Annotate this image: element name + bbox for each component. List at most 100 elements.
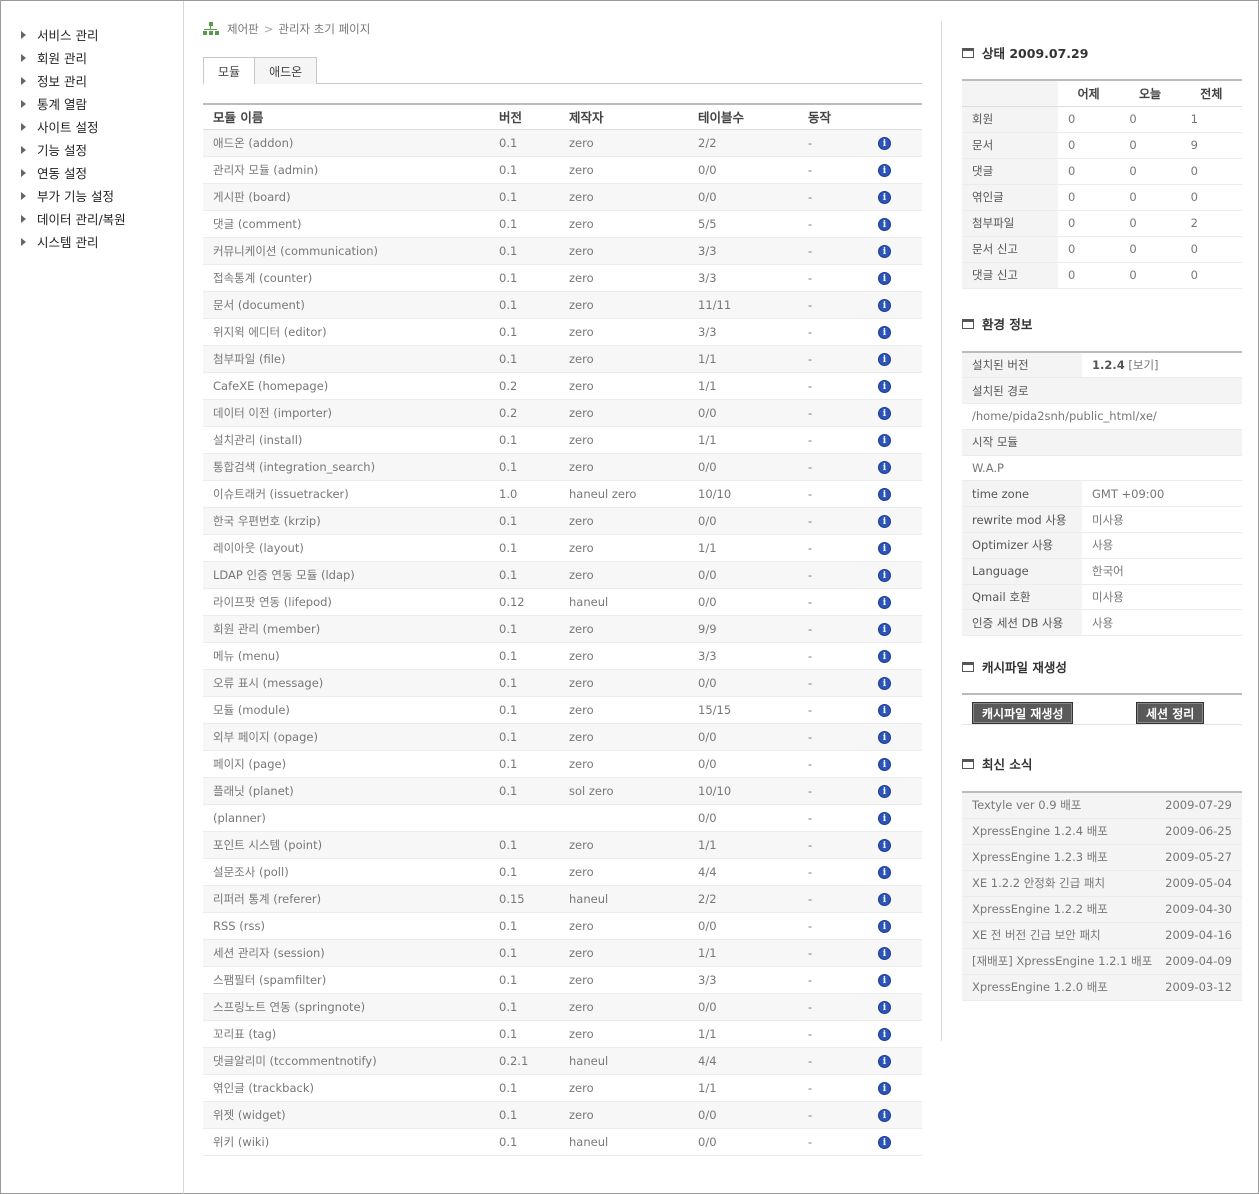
clear-session-button[interactable]: 세션 정리 — [1136, 702, 1205, 724]
module-action: - — [798, 426, 868, 454]
info-icon[interactable]: i — [878, 758, 891, 772]
module-action: - — [798, 1128, 868, 1156]
module-action: - — [798, 966, 868, 994]
news-link[interactable]: [재배포] XpressEngine 1.2.1 배포 — [972, 954, 1152, 968]
module-author: zero — [559, 939, 688, 967]
sidebar-item[interactable]: 기능 설정 — [1, 138, 183, 161]
info-icon[interactable]: i — [878, 515, 891, 529]
news-date: 2009-04-09 — [1161, 948, 1242, 975]
info-icon[interactable]: i — [878, 785, 891, 799]
info-icon[interactable]: i — [878, 947, 891, 961]
info-icon[interactable]: i — [878, 191, 891, 205]
info-icon[interactable]: i — [878, 812, 891, 826]
news-link[interactable]: XpressEngine 1.2.0 배포 — [972, 980, 1108, 994]
news-link[interactable]: XE 전 버전 긴급 보안 패치 — [972, 928, 1101, 942]
info-icon[interactable]: i — [878, 380, 891, 394]
module-version: 0.1 — [489, 858, 559, 886]
breadcrumb-root[interactable]: 제어판 — [227, 21, 259, 37]
status-value: 0 — [1058, 132, 1120, 159]
module-name: 회원 관리 (member) — [203, 615, 489, 643]
info-icon[interactable]: i — [878, 1055, 891, 1069]
module-table-count: 1/1 — [688, 1074, 798, 1102]
info-icon[interactable]: i — [878, 434, 891, 448]
module-table-count: 0/0 — [688, 507, 798, 535]
info-icon[interactable]: i — [878, 461, 891, 475]
news-link[interactable]: XE 1.2.2 안정화 긴급 패치 — [972, 876, 1105, 890]
module-action: - — [798, 939, 868, 967]
table-row: (planner) 0/0- i — [203, 804, 922, 832]
info-icon[interactable]: i — [878, 407, 891, 421]
info-icon[interactable]: i — [878, 677, 891, 691]
table-row: 데이터 이전 (importer) 0.2 zero 0/0- i — [203, 399, 922, 427]
sidebar-item-label: 데이터 관리/복원 — [37, 212, 126, 227]
status-value: 0 — [1058, 106, 1120, 133]
info-icon[interactable]: i — [878, 542, 891, 556]
module-table-count: 9/9 — [688, 615, 798, 643]
sidebar-item[interactable]: 서비스 관리 — [1, 23, 183, 46]
module-version: 0.1 — [489, 912, 559, 940]
info-icon[interactable]: i — [878, 596, 891, 610]
info-icon[interactable]: i — [878, 488, 891, 502]
news-link[interactable]: Textyle ver 0.9 배포 — [972, 798, 1081, 812]
module-table-count: 1/1 — [688, 426, 798, 454]
info-icon[interactable]: i — [878, 245, 891, 259]
info-icon[interactable]: i — [878, 893, 891, 907]
info-icon[interactable]: i — [878, 164, 891, 178]
info-icon[interactable]: i — [878, 1136, 891, 1150]
sidebar-item[interactable]: 회원 관리 — [1, 46, 183, 69]
info-icon[interactable]: i — [878, 569, 891, 583]
module-author: zero — [559, 1074, 688, 1102]
sidebar-item[interactable]: 사이트 설정 — [1, 115, 183, 138]
sidebar-item[interactable]: 정보 관리 — [1, 69, 183, 92]
info-icon[interactable]: i — [878, 218, 891, 232]
info-icon[interactable]: i — [878, 353, 891, 367]
module-info-cell: i — [868, 777, 922, 805]
news-link[interactable]: XpressEngine 1.2.3 배포 — [972, 850, 1108, 864]
news-title-cell: Textyle ver 0.9 배포 — [962, 792, 1162, 819]
sidebar-item[interactable]: 통계 열람 — [1, 92, 183, 115]
status-section-title: 상태 2009.07.29 — [962, 43, 1088, 62]
news-link[interactable]: XpressEngine 1.2.4 배포 — [972, 824, 1108, 838]
module-author: zero — [559, 291, 688, 319]
info-icon[interactable]: i — [878, 299, 891, 313]
tab-modules[interactable]: 모듈 — [203, 57, 256, 84]
status-row: 댓글 0 0 0 — [962, 158, 1242, 185]
info-icon[interactable]: i — [878, 731, 891, 745]
sidebar-item[interactable]: 시스템 관리 — [1, 230, 183, 253]
news-link[interactable]: XpressEngine 1.2.2 배포 — [972, 902, 1108, 916]
table-row: 플래닛 (planet) 0.1 sol zero 10/10- i — [203, 777, 922, 805]
tab-addons[interactable]: 애드온 — [254, 57, 318, 84]
info-icon[interactable]: i — [878, 1109, 891, 1123]
info-icon[interactable]: i — [878, 866, 891, 880]
module-action: - — [798, 1074, 868, 1102]
info-icon[interactable]: i — [878, 623, 891, 637]
table-row: 한국 우편번호 (krzip) 0.1 zero 0/0- i — [203, 507, 922, 535]
info-icon[interactable]: i — [878, 326, 891, 340]
info-icon[interactable]: i — [878, 839, 891, 853]
info-icon[interactable]: i — [878, 650, 891, 664]
regenerate-cache-button[interactable]: 캐시파일 재생성 — [972, 702, 1074, 724]
info-icon[interactable]: i — [878, 974, 891, 988]
sidebar-item-label: 서비스 관리 — [37, 28, 99, 43]
version-view-link[interactable]: [보기] — [1128, 358, 1158, 372]
sidebar-item[interactable]: 연동 설정 — [1, 161, 183, 184]
module-version: 0.2.1 — [489, 1047, 559, 1075]
info-icon[interactable]: i — [878, 704, 891, 718]
module-table-count: 10/10 — [688, 480, 798, 508]
version-number: 1.2.4 — [1092, 358, 1125, 373]
info-icon[interactable]: i — [878, 1001, 891, 1015]
info-icon[interactable]: i — [878, 1028, 891, 1042]
module-name: 데이터 이전 (importer) — [203, 399, 489, 427]
sidebar-item[interactable]: 데이터 관리/복원 — [1, 207, 183, 230]
info-icon[interactable]: i — [878, 1082, 891, 1096]
info-icon[interactable]: i — [878, 920, 891, 934]
info-icon[interactable]: i — [878, 137, 891, 151]
table-row: 관리자 모듈 (admin) 0.1 zero 0/0- i — [203, 156, 922, 184]
status-row: 문서 0 0 9 — [962, 132, 1242, 159]
module-author: zero — [559, 399, 688, 427]
col-author: 제작자 — [559, 104, 688, 130]
module-info-cell: i — [868, 966, 922, 994]
triangle-right-icon — [21, 99, 26, 108]
sidebar-item[interactable]: 부가 기능 설정 — [1, 184, 183, 207]
info-icon[interactable]: i — [878, 272, 891, 286]
